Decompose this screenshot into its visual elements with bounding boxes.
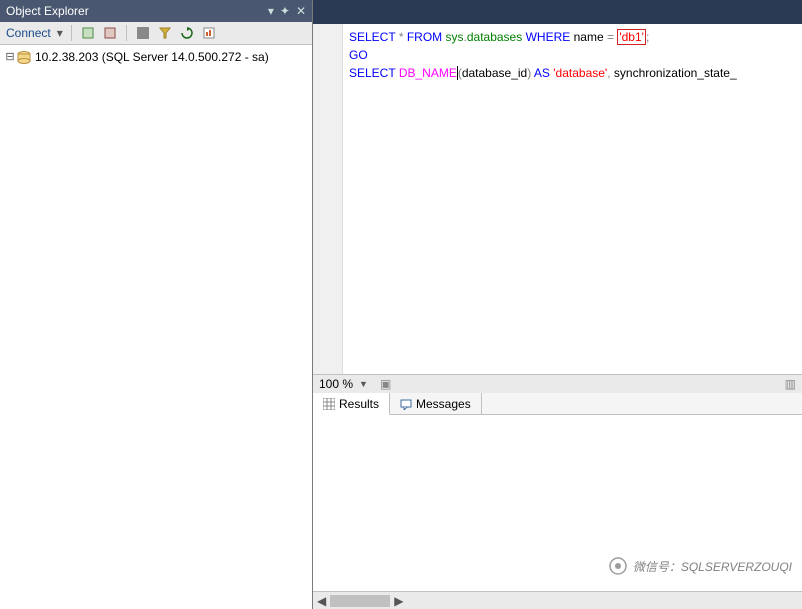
- panel-titlebar: Object Explorer ▾ ✦ ✕: [0, 0, 312, 22]
- kw-select: SELECT: [349, 30, 395, 44]
- editor-gutter: [313, 24, 343, 374]
- tree-node[interactable]: ⊟ 10.2.38.203 (SQL Server 14.0.500.272 - …: [4, 49, 312, 66]
- filter-icon[interactable]: [157, 25, 173, 41]
- grid-icon: [323, 398, 335, 410]
- dropdown-icon[interactable]: ▾: [268, 4, 274, 18]
- report-icon[interactable]: [201, 25, 217, 41]
- editor-tabbar: [313, 0, 802, 24]
- sql-editor[interactable]: SELECT * FROM sys.databases WHERE name =…: [313, 24, 802, 374]
- tree-label: 10.2.38.203 (SQL Server 14.0.500.272 - s…: [35, 49, 269, 66]
- zoom-bar: 100 % ▼ ▣ ▥: [313, 374, 802, 393]
- panel-title: Object Explorer: [6, 4, 89, 18]
- refresh-icon[interactable]: [179, 25, 195, 41]
- results-pane: Results Messages ◀▶: [313, 393, 802, 609]
- results-scrollbar[interactable]: ◀▶: [313, 591, 802, 609]
- object-explorer-panel: Object Explorer ▾ ✦ ✕ Connect ▾ ⊟ 10.2.38…: [0, 0, 313, 609]
- messages-icon: [400, 398, 412, 410]
- main-area: SELECT * FROM sys.databases WHERE name =…: [313, 0, 802, 609]
- connect-button[interactable]: Connect: [6, 26, 51, 40]
- zoom-value[interactable]: 100 %: [319, 377, 353, 391]
- pin-icon[interactable]: ✦: [280, 4, 290, 18]
- literal-db1: 'db1': [617, 29, 646, 45]
- close-icon[interactable]: ✕: [296, 4, 306, 18]
- watermark: 微信号：SQLSERVERZOUQI: [609, 557, 792, 575]
- zoom-dropdown-icon[interactable]: ▼: [359, 379, 368, 389]
- connect-icon[interactable]: [80, 25, 96, 41]
- srv-icon: [16, 50, 32, 66]
- expand-icon[interactable]: ⊟: [4, 49, 16, 66]
- disconnect-icon[interactable]: [102, 25, 118, 41]
- results-tabs: Results Messages: [313, 393, 802, 415]
- explorer-toolbar: Connect ▾: [0, 22, 312, 45]
- object-tree[interactable]: ⊟ 10.2.38.203 (SQL Server 14.0.500.272 - …: [0, 45, 312, 609]
- tab-messages[interactable]: Messages: [390, 393, 482, 414]
- tab-results[interactable]: Results: [313, 393, 390, 415]
- stop-icon[interactable]: [135, 25, 151, 41]
